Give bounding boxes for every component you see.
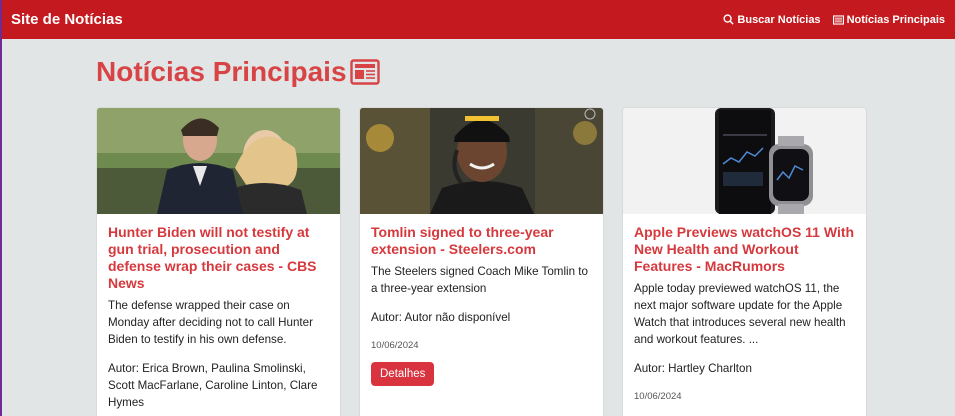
navbar: Site de Notícias Buscar Notícias Notícia… xyxy=(2,0,955,39)
news-date: 10/06/2024 xyxy=(371,340,419,351)
page-title: Notícias Principais xyxy=(96,56,380,88)
news-date: 10/06/2024 xyxy=(634,391,682,402)
search-icon xyxy=(723,14,735,25)
nav-top-news-label: Notícias Principais xyxy=(846,13,945,26)
news-description: The defense wrapped their case on Monday… xyxy=(108,299,313,346)
news-card-body: Apple Previews watchOS 11 With New Healt… xyxy=(623,214,866,416)
details-button[interactable]: Detalhes xyxy=(371,362,435,386)
newspaper-icon xyxy=(349,59,380,85)
nav-search-label: Buscar Notícias xyxy=(737,13,821,26)
news-title[interactable]: Tomlin signed to three-year extension - … xyxy=(371,224,592,258)
news-card: Tomlin signed to three-year extension - … xyxy=(359,107,604,416)
news-card-body: Tomlin signed to three-year extension - … xyxy=(360,214,603,396)
news-author: Autor: Hartley Charlton xyxy=(634,362,752,375)
news-description: Apple today previewed watchOS 11, the ne… xyxy=(634,282,846,346)
news-author: Autor: Erica Brown, Paulina Smolinski, S… xyxy=(108,362,318,409)
nav-search-link[interactable]: Buscar Notícias xyxy=(723,13,821,26)
news-image xyxy=(623,108,866,214)
brand[interactable]: Site de Notícias xyxy=(11,11,123,28)
news-image xyxy=(97,108,340,214)
news-card: Hunter Biden will not testify at gun tri… xyxy=(96,107,341,416)
newspaper-icon xyxy=(832,14,844,25)
news-title[interactable]: Hunter Biden will not testify at gun tri… xyxy=(108,224,329,292)
news-card: Apple Previews watchOS 11 With New Healt… xyxy=(622,107,867,416)
nav-top-news-link[interactable]: Notícias Principais xyxy=(832,13,945,26)
news-image xyxy=(360,108,603,214)
news-card-body: Hunter Biden will not testify at gun tri… xyxy=(97,214,340,416)
nav-links: Buscar Notícias Notícias Principais xyxy=(723,14,945,26)
news-description: The Steelers signed Coach Mike Tomlin to… xyxy=(371,265,588,295)
news-author: Autor: Autor não disponível xyxy=(371,311,511,324)
news-title[interactable]: Apple Previews watchOS 11 With New Healt… xyxy=(634,224,855,275)
page-title-text: Notícias Principais xyxy=(96,56,347,87)
